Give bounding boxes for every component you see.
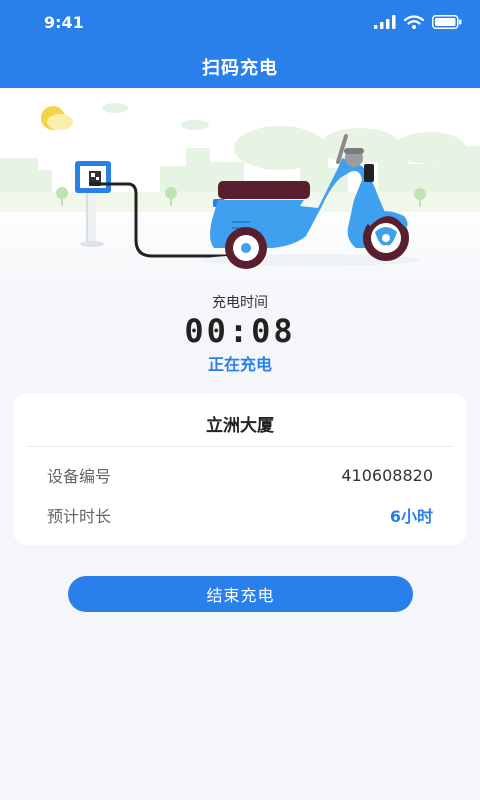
charge-elapsed-time: 00:08 [184,312,296,350]
charging-status: 正在充电 [207,355,272,374]
device-id-value: 410608820 [341,465,433,485]
charging-illustration [0,88,480,298]
station-name: 立洲大厦 [206,416,274,436]
status-bar-time: 9:41 [44,13,84,32]
device-id-label: 设备编号 [47,467,112,486]
app-header: 9:41 扫码充电 [0,0,480,88]
device-id-row: 设备编号 410608820 [47,463,433,487]
battery-icon [432,15,462,29]
estimated-duration-value: 6小时 [389,507,433,526]
estimated-duration-row: 预计时长 6小时 [47,503,433,527]
status-bar-icons [374,12,462,32]
card-divider [27,446,453,447]
wifi-icon [404,15,424,29]
end-charging-button[interactable]: 结束充电 [68,576,413,612]
charge-time-label: 充电时间 [212,295,268,311]
page-title: 扫码充电 [202,58,278,79]
station-info-card: 立洲大厦 设备编号 410608820 预计时长 6小时 [13,393,467,545]
signal-icon [374,15,396,29]
estimated-duration-label: 预计时长 [47,507,112,526]
